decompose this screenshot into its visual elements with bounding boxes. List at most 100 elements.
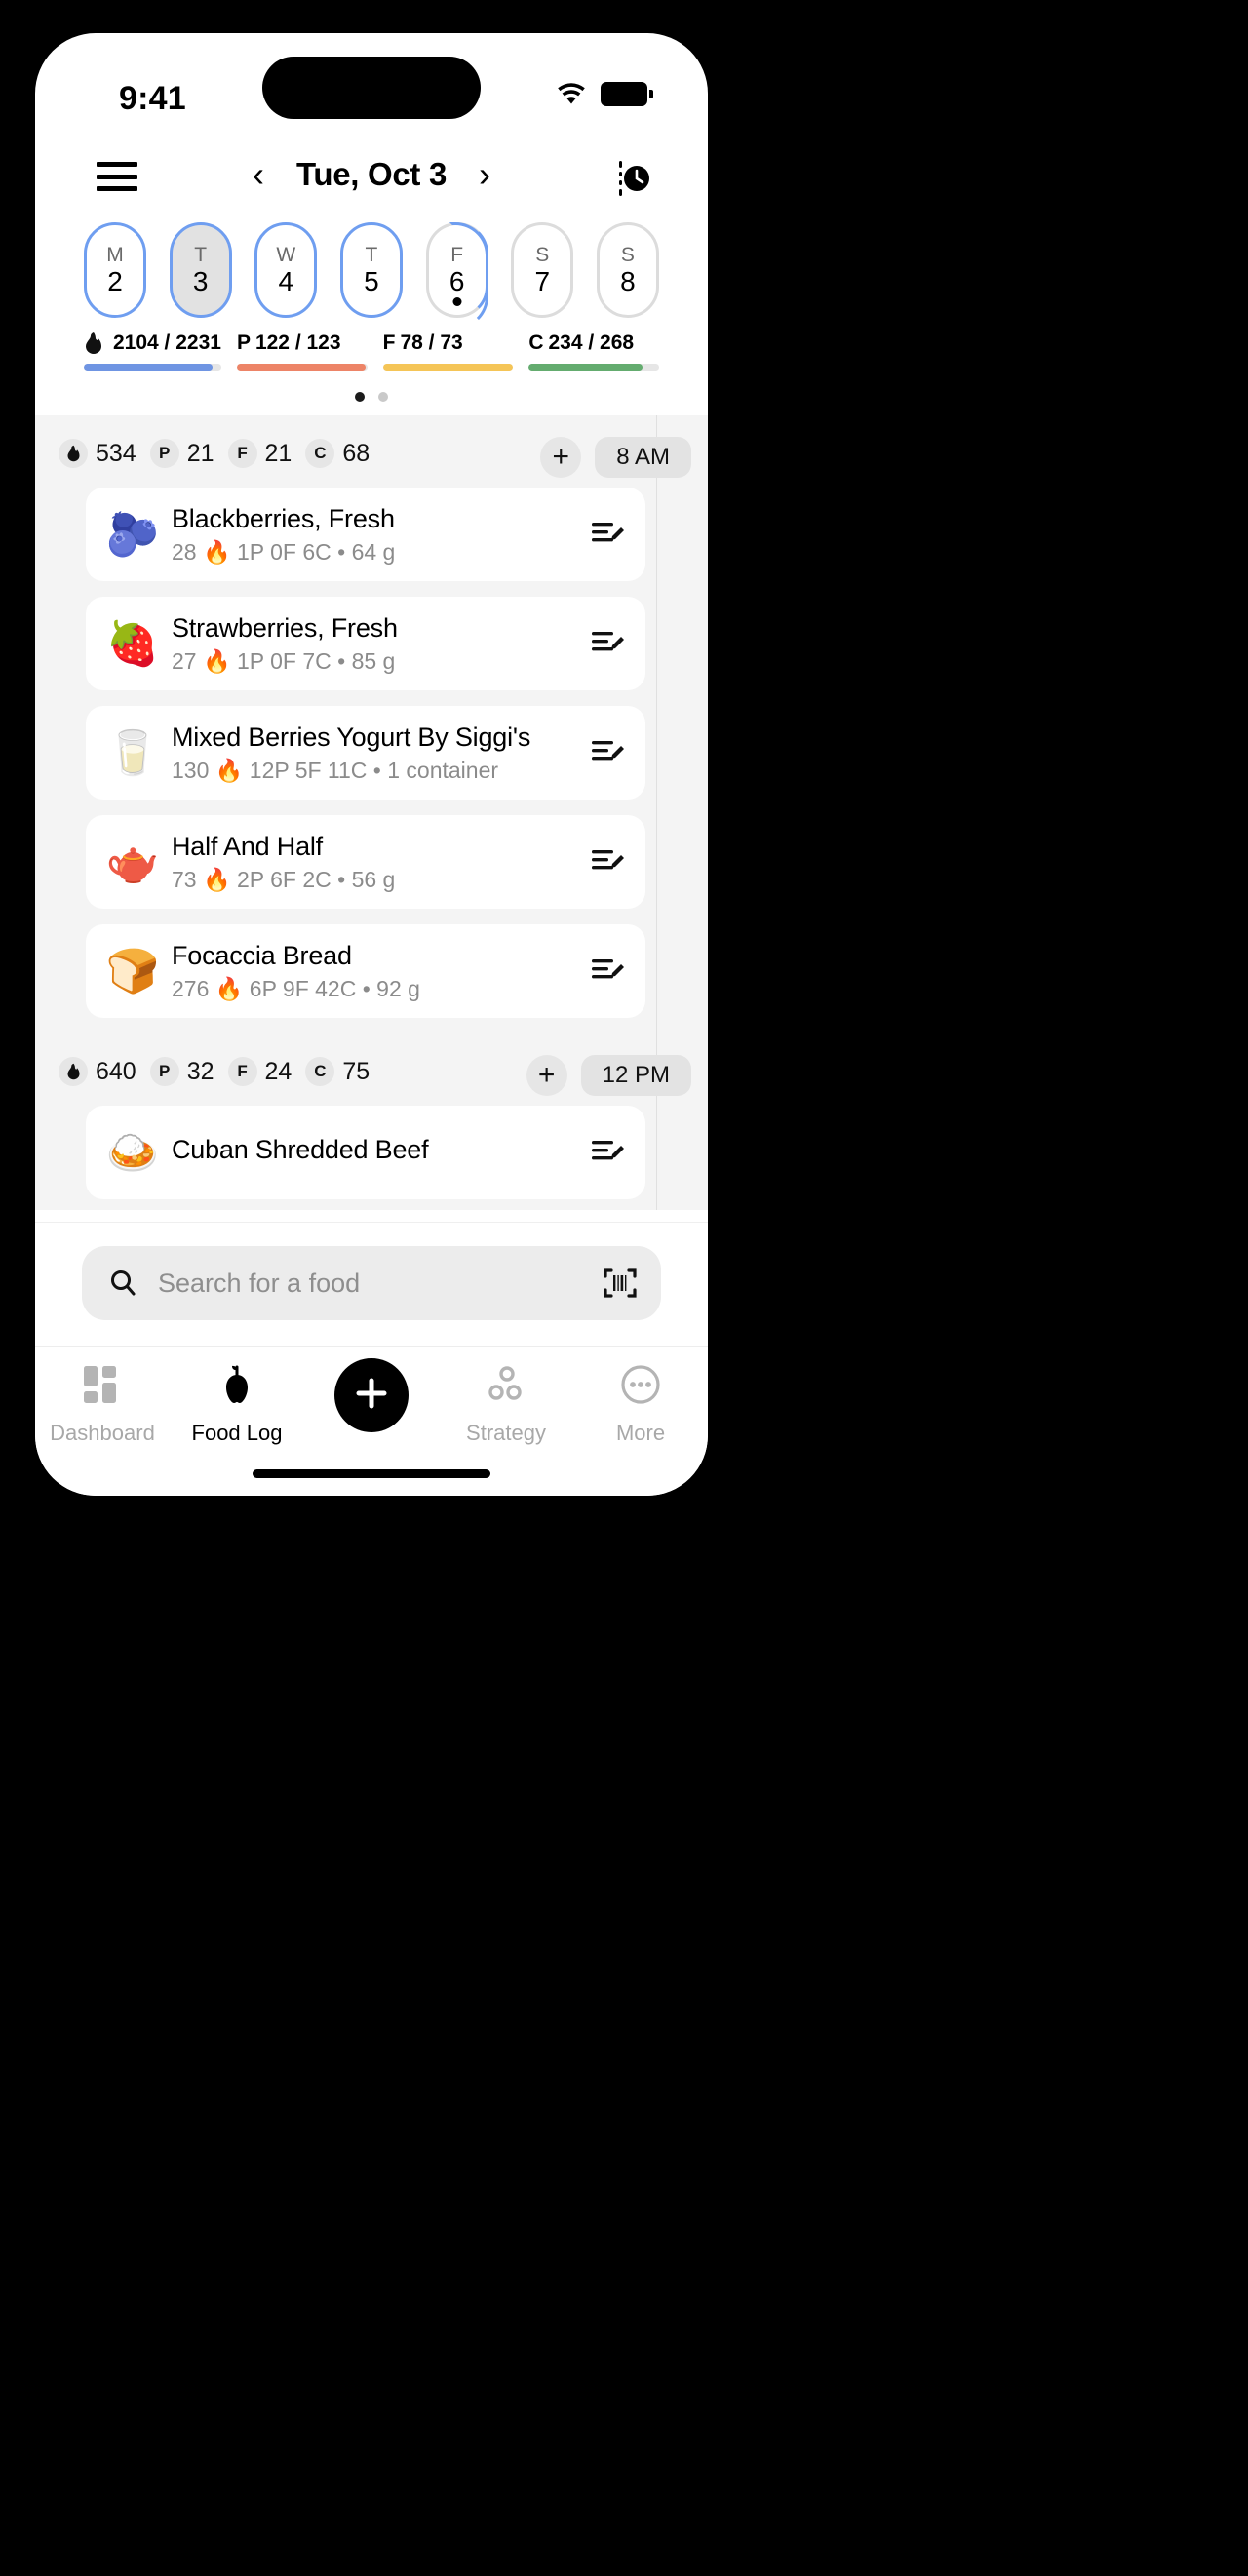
flame-icon <box>67 445 79 462</box>
meals-container: 534 P 21 F 21 C 68 +8 AM 🫐 Blackberries, Fresh 28 … <box>35 415 708 1199</box>
home-indicator <box>253 1469 490 1478</box>
edit-entry-icon[interactable] <box>591 956 624 986</box>
macro-label: C 234 / 268 <box>528 332 659 355</box>
macro-chip: P <box>149 1057 179 1086</box>
food-entry-text: Focaccia Bread 276 🔥 6P 9F 42C • 92 g <box>164 941 591 1002</box>
macro-total-value: 24 <box>264 1057 292 1085</box>
food-name: Strawberries, Fresh <box>172 612 398 643</box>
fasting-clock-icon[interactable] <box>607 159 652 198</box>
meal-header: 640 P 32 F 24 C 75 +12 PM <box>35 1034 708 1106</box>
search-input[interactable]: Search for a food <box>158 1268 583 1299</box>
food-entry-card[interactable]: 🫐 Blackberries, Fresh 28 🔥 1P 0F 6C • 64 g <box>86 488 645 581</box>
macro-calories: 2104 / 2231 <box>84 332 221 371</box>
macro-total-value: 68 <box>342 439 370 467</box>
carousel-page-dots[interactable] <box>35 392 708 402</box>
meal-time-chip[interactable]: 12 PM <box>580 1055 691 1096</box>
meal-total: F 21 <box>227 439 292 468</box>
food-macros: 73 🔥 2P 6F 2C • 56 g <box>172 866 396 892</box>
food-entry-card[interactable]: 🫖 Half And Half 73 🔥 2P 6F 2C • 56 g <box>86 815 645 909</box>
macro-values: 234 / 268 <box>548 332 635 354</box>
search-bar[interactable]: Search for a food <box>82 1246 661 1320</box>
food-name: Cuban Shredded Beef <box>172 1135 429 1164</box>
food-entry-card[interactable]: 🍓 Strawberries, Fresh 27 🔥 1P 0F 7C • 85 g <box>86 597 645 690</box>
macro-label: F 78 / 73 <box>383 332 514 355</box>
day-marker-dot <box>452 297 462 306</box>
meal-actions: +12 PM <box>526 1055 691 1096</box>
prev-day-button[interactable]: ‹ <box>246 157 271 192</box>
day-pill-8[interactable]: S8 <box>596 222 659 318</box>
food-macros: 27 🔥 1P 0F 7C • 85 g <box>172 647 396 674</box>
macro-chip <box>58 439 88 468</box>
more-ellipsis-icon <box>618 1362 663 1412</box>
meal-total: F 24 <box>227 1057 292 1086</box>
food-entry-card[interactable]: 🍛 Cuban Shredded Beef <box>86 1106 645 1199</box>
edit-entry-icon[interactable] <box>591 738 624 767</box>
food-entry-text: Mixed Berries Yogurt By Siggi's 130 🔥 12P… <box>164 722 591 784</box>
tab-label: Food Log <box>191 1421 283 1445</box>
tab-label: More <box>615 1421 666 1445</box>
day-pill-4[interactable]: W4 <box>254 222 318 318</box>
day-pill-7[interactable]: S7 <box>511 222 574 318</box>
macro-label: 2104 / 2231 <box>84 332 221 355</box>
day-letter: S <box>535 243 550 266</box>
food-emoji-icon: 🍓 <box>105 620 160 668</box>
macro-fill <box>528 364 643 371</box>
tab-strategy[interactable]: Strategy <box>448 1362 565 1446</box>
macro-fill <box>236 364 367 371</box>
meal-total: P 32 <box>149 1057 214 1086</box>
day-pill-5[interactable]: T5 <box>339 222 403 318</box>
food-emoji-icon: 🍞 <box>105 948 160 995</box>
add-food-button[interactable]: + <box>540 437 582 478</box>
next-day-button[interactable]: › <box>472 157 497 192</box>
flame-icon <box>67 1063 79 1080</box>
macro-values: 2104 / 2231 <box>113 332 221 354</box>
macro-total-value: 32 <box>186 1057 214 1085</box>
day-letter: T <box>194 243 208 266</box>
current-date-label[interactable]: Tue, Oct 3 <box>296 156 447 193</box>
quick-add-fab[interactable] <box>313 1358 430 1432</box>
macro-chip: F <box>227 439 257 468</box>
page-dot-0[interactable] <box>355 392 365 402</box>
day-letter: S <box>620 243 635 266</box>
flame-icon <box>86 332 101 354</box>
macro-total-value: 21 <box>264 439 292 467</box>
tab-dashboard[interactable]: Dashboard <box>44 1362 161 1446</box>
food-entry-text: Cuban Shredded Beef <box>164 1135 591 1170</box>
phone-frame: 9:41 ‹ Tue, Oct 3 › M 2 T 3 W 4 T 5 F 6 … <box>35 33 708 1496</box>
food-name: Half And Half <box>172 831 323 861</box>
day-number: 2 <box>107 265 123 296</box>
edit-entry-icon[interactable] <box>591 847 624 877</box>
barcode-scanner-icon[interactable] <box>603 1266 638 1301</box>
edit-entry-icon[interactable] <box>591 520 624 549</box>
meal-total: C 75 <box>305 1057 370 1086</box>
tab-more[interactable]: More <box>582 1362 699 1446</box>
macro-fill <box>84 364 214 371</box>
tab-food-log[interactable]: Food Log <box>178 1362 295 1446</box>
food-entry-card[interactable]: 🍞 Focaccia Bread 276 🔥 6P 9F 42C • 92 g <box>86 924 645 1018</box>
food-name: Focaccia Bread <box>172 940 352 970</box>
week-day-selector[interactable]: M2T3W4T5F6S7S8 <box>35 218 708 330</box>
meal-time-chip[interactable]: 8 AM <box>595 437 691 478</box>
meal-actions: +8 AM <box>540 437 691 478</box>
food-entry-card[interactable]: 🥛 Mixed Berries Yogurt By Siggi's 130 🔥 12… <box>86 706 645 800</box>
food-macros: 28 🔥 1P 0F 6C • 64 g <box>172 538 396 565</box>
macro-prefix: F <box>382 332 396 354</box>
add-food-button[interactable]: + <box>526 1055 567 1096</box>
macro-track <box>236 364 368 371</box>
macro-carbs: C 234 / 268 <box>528 332 659 371</box>
edit-entry-icon[interactable] <box>591 629 624 658</box>
day-letter: F <box>450 243 464 266</box>
wifi-icon <box>558 82 585 103</box>
day-pill-3[interactable]: T3 <box>169 222 232 318</box>
day-pill-6[interactable]: F6 <box>425 222 488 330</box>
quick-add-fab-circle[interactable] <box>334 1358 409 1432</box>
meal-total: C 68 <box>305 439 370 468</box>
edit-entry-icon[interactable] <box>591 1138 624 1167</box>
food-log-list[interactable]: 534 P 21 F 21 C 68 +8 AM 🫐 Blackberries, Fresh 28 … <box>35 415 708 1210</box>
meal-total: 640 <box>58 1057 136 1086</box>
day-pill-2[interactable]: M2 <box>84 222 146 318</box>
macro-chip <box>58 1057 88 1086</box>
day-number: 3 <box>192 265 209 296</box>
status-bar-indicators <box>556 82 653 106</box>
page-dot-1[interactable] <box>378 392 388 402</box>
